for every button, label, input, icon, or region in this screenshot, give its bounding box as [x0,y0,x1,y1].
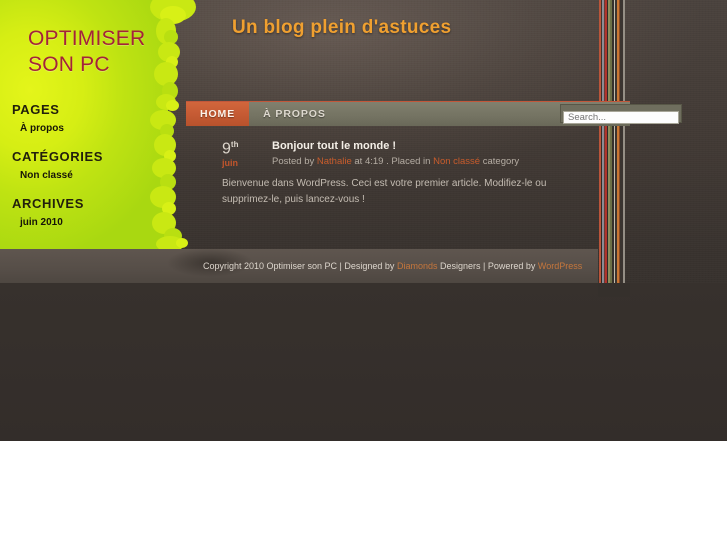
post-content: 9th juin Bonjour tout le monde ! Posted … [186,126,598,248]
sidebar-item-juin-2010[interactable]: juin 2010 [20,217,63,228]
site-tagline: Un blog plein d'astuces [232,17,452,38]
post-date-day-suffix: th [230,140,239,149]
search-box[interactable] [560,104,682,124]
nav-item-a-propos[interactable]: À PROPOS [249,102,340,126]
widget-title-categories: CATÉGORIES [12,149,103,164]
post-category-link[interactable]: Non classé [433,156,480,167]
sidebar-item-non-classe[interactable]: Non classé [20,170,73,181]
splatter-blob [166,100,179,111]
post-body: Bienvenue dans WordPress. Ceci est votre… [222,178,547,205]
site-logo-line1: OPTIMISER [28,27,146,50]
widget-title-archives: ARCHIVES [12,196,84,211]
site-logo[interactable]: OPTIMISER SON PC [28,26,178,78]
nav-item-home[interactable]: HOME [186,102,250,126]
footer-platform-link[interactable]: WordPress [538,261,582,271]
post-meta-time: at 4:19 . Placed in [354,156,431,167]
blog-page: OPTIMISER SON PC PAGES À propos CATÉGORI… [0,0,727,441]
footer-designer-suffix: Designers | Powered by [440,261,536,271]
search-input[interactable] [563,111,679,124]
post-title[interactable]: Bonjour tout le monde ! [272,140,396,152]
post-meta-posted-by: Posted by [272,156,315,167]
vertical-stripe-ribbon [598,0,630,283]
footer-credits: Copyright 2010 Optimiser son PC | Design… [203,261,582,271]
post-date-day: 9th [222,140,238,158]
site-logo-line2: SON PC [28,53,110,76]
post-meta: Posted by Nathalie at 4:19 . Placed in N… [272,156,519,167]
post-date-month: juin [222,158,238,168]
green-splatter-sidebar: OPTIMISER SON PC PAGES À propos CATÉGORI… [0,0,200,249]
vertical-stripe-ribbon-tail [598,283,630,297]
footer-designer-link[interactable]: Diamonds [397,261,438,271]
footer-copyright: Copyright 2010 Optimiser son PC | Design… [203,261,395,271]
post-author-link[interactable]: Nathalie [317,156,352,167]
widget-title-pages: PAGES [12,102,60,117]
lower-dark-area [0,283,727,441]
post-date-day-number: 9 [222,140,231,158]
post-meta-category-suffix: category [482,156,520,167]
sidebar-item-a-propos[interactable]: À propos [20,123,64,134]
